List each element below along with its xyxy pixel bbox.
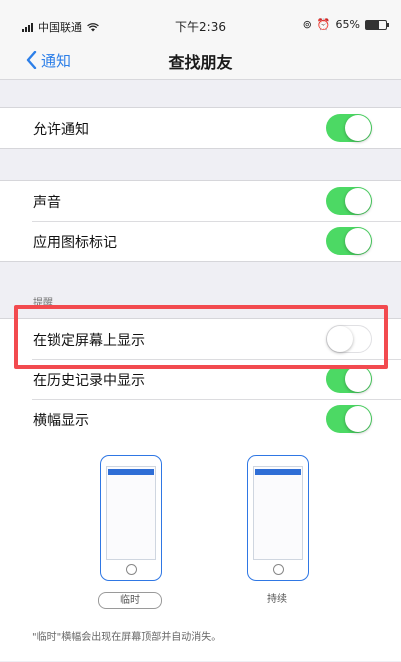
allow-notifications-label: 允许通知 [33, 122, 89, 138]
temporary-banner-preview[interactable] [100, 455, 162, 581]
row-lock-screen: 在锁定屏幕上显示 [0, 319, 401, 359]
badge-toggle[interactable] [326, 227, 372, 255]
banner-footer-note: "临时"横幅会出现在屏幕顶部并自动消失。 [32, 632, 222, 643]
sound-badge-group: 声音 应用图标标记 [0, 180, 401, 262]
page-title: 查找朋友 [168, 53, 233, 72]
persistent-banner-preview[interactable] [247, 455, 309, 581]
lock-screen-toggle[interactable] [326, 325, 372, 353]
status-bar-right: ⊚ ⏰ 65% [302, 18, 389, 31]
history-toggle[interactable] [326, 365, 372, 393]
badge-label: 应用图标标记 [33, 235, 117, 251]
sound-toggle[interactable] [326, 187, 372, 215]
row-banners: 横幅显示 [0, 399, 401, 439]
row-badge: 应用图标标记 [0, 221, 401, 261]
allow-notifications-toggle[interactable] [326, 114, 372, 142]
row-allow-notifications: 允许通知 [0, 108, 401, 148]
status-bar: 中国联通 下午2:36 ⊚ ⏰ 65% [0, 0, 401, 40]
row-sound: 声音 [0, 181, 401, 221]
persistent-option[interactable]: 持续 [245, 592, 309, 609]
allow-notifications-group: 允许通知 [0, 107, 401, 149]
battery-percent: 65% [335, 18, 360, 31]
alarm-icon: ⏰ [316, 18, 331, 31]
alerts-section-header: 提醒 [33, 298, 53, 309]
navigation-bar: 通知 查找朋友 [0, 40, 401, 80]
history-label: 在历史记录中显示 [33, 373, 145, 389]
banners-toggle[interactable] [326, 405, 372, 433]
alerts-group: 在锁定屏幕上显示 在历史记录中显示 横幅显示 [0, 318, 401, 661]
temporary-option[interactable]: 临时 [98, 592, 162, 609]
lock-screen-label: 在锁定屏幕上显示 [33, 333, 145, 349]
row-history: 在历史记录中显示 [0, 359, 401, 399]
battery-icon [365, 19, 389, 30]
orientation-lock-icon: ⊚ [302, 18, 312, 31]
banners-label: 横幅显示 [33, 413, 89, 429]
sound-label: 声音 [33, 195, 61, 211]
